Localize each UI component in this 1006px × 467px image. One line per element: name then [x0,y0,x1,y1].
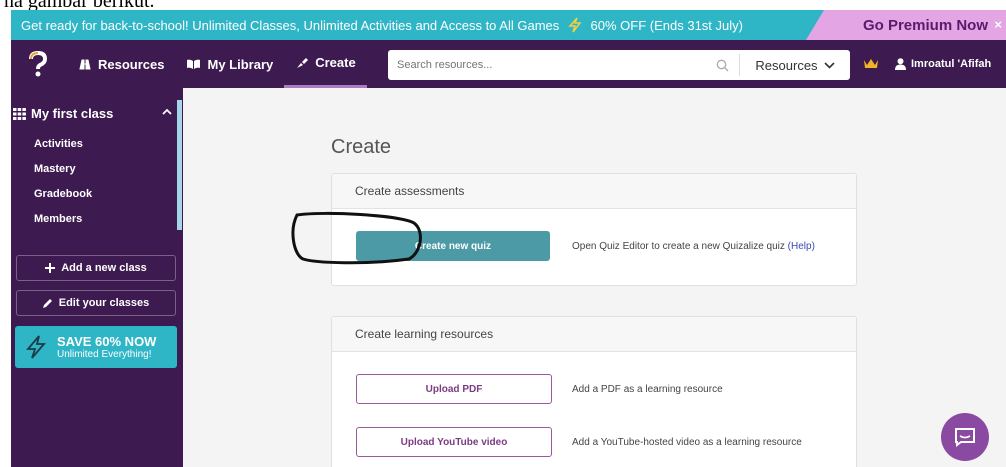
top-navigation: Resources My Library Create Resources Im… [11,40,1006,88]
nav-create-label: Create [315,55,356,70]
search-bar: Resources [388,50,850,80]
resources-dropdown[interactable]: Resources [740,58,850,73]
create-quiz-desc-text: Open Quiz Editor to create a new Quizali… [572,241,785,252]
sidebar-item-activities[interactable]: Activities [34,138,83,150]
promo-bar[interactable]: Get ready for back-to-school! Unlimited … [11,10,1006,40]
help-link[interactable]: (Help) [788,241,815,252]
add-class-label: Add a new class [61,262,147,274]
pencil-icon [42,299,52,308]
nav-resources-label: Resources [98,56,165,72]
save-premium-button[interactable]: SAVE 60% NOW Unlimited Everything! [15,326,177,368]
grid-icon [13,107,26,120]
create-icon [297,57,309,68]
nav-library[interactable]: My Library [175,40,284,88]
edit-classes-label: Edit your classes [58,297,150,309]
page-title: Create [331,136,392,158]
class-selector[interactable]: My first class [11,106,176,121]
save-title: SAVE 60% NOW [57,334,157,349]
learning-resources-header: Create learning resources [332,317,856,352]
upload-youtube-description: Add a YouTube-hosted video as a learning… [572,437,802,448]
add-class-button[interactable]: Add a new class [16,255,176,281]
lightning-icon [568,17,582,33]
create-quiz-button[interactable]: Create new quiz [356,231,550,261]
chevron-down-icon [823,61,835,69]
upload-youtube-button[interactable]: Upload YouTube video [356,427,552,457]
upload-pdf-description: Add a PDF as a learning resource [572,384,723,395]
chevron-up-icon [162,108,172,115]
search-input[interactable] [388,51,705,79]
sidebar-item-gradebook[interactable]: Gradebook [34,188,92,200]
upload-pdf-button[interactable]: Upload PDF [356,374,552,404]
nav-resources[interactable]: Resources [67,40,175,88]
create-quiz-description: Open Quiz Editor to create a new Quizali… [572,241,815,252]
assessments-card: Create assessments Create new quiz Open … [331,173,857,286]
resources-icon [79,59,91,70]
go-premium-button[interactable]: Go Premium Now × [806,10,1006,40]
sidebar: My first class Activities Mastery Gradeb… [11,88,183,467]
search-icon[interactable] [705,59,739,72]
learning-resources-card: Create learning resources Upload PDF Add… [331,316,857,467]
assessments-header: Create assessments [332,174,856,209]
resources-dropdown-label: Resources [755,57,818,73]
promo-offer: 60% OFF (Ends 31st July) [590,18,743,33]
nav-create[interactable]: Create [284,40,367,88]
close-icon[interactable]: × [994,17,1002,32]
promo-message: Get ready for back-to-school! Unlimited … [21,18,560,33]
user-name: Imroatul 'Afifah [911,58,992,70]
save-subtitle: Unlimited Everything! [57,349,152,360]
chat-icon [955,428,975,447]
class-name: My first class [31,106,114,121]
premium-label: Go Premium Now [862,16,988,34]
lightning-icon [26,335,46,359]
library-icon [187,59,201,69]
nav-library-label: My Library [207,56,274,72]
chat-button[interactable] [941,413,989,461]
crown-icon[interactable] [863,56,879,70]
promo-text: Get ready for back-to-school! Unlimited … [11,17,743,33]
logo-icon[interactable] [21,40,55,88]
plus-icon [45,263,56,273]
user-menu[interactable]: Imroatul 'Afifah [895,40,991,88]
user-icon [895,58,906,70]
sidebar-item-members[interactable]: Members [34,213,82,225]
save-text: SAVE 60% NOW Unlimited Everything! [57,334,156,360]
sidebar-item-mastery[interactable]: Mastery [34,163,76,175]
edit-classes-button[interactable]: Edit your classes [16,290,176,316]
sidebar-scrollbar[interactable] [177,100,182,230]
main-content: Create Create assessments Create new qui… [183,88,1006,467]
